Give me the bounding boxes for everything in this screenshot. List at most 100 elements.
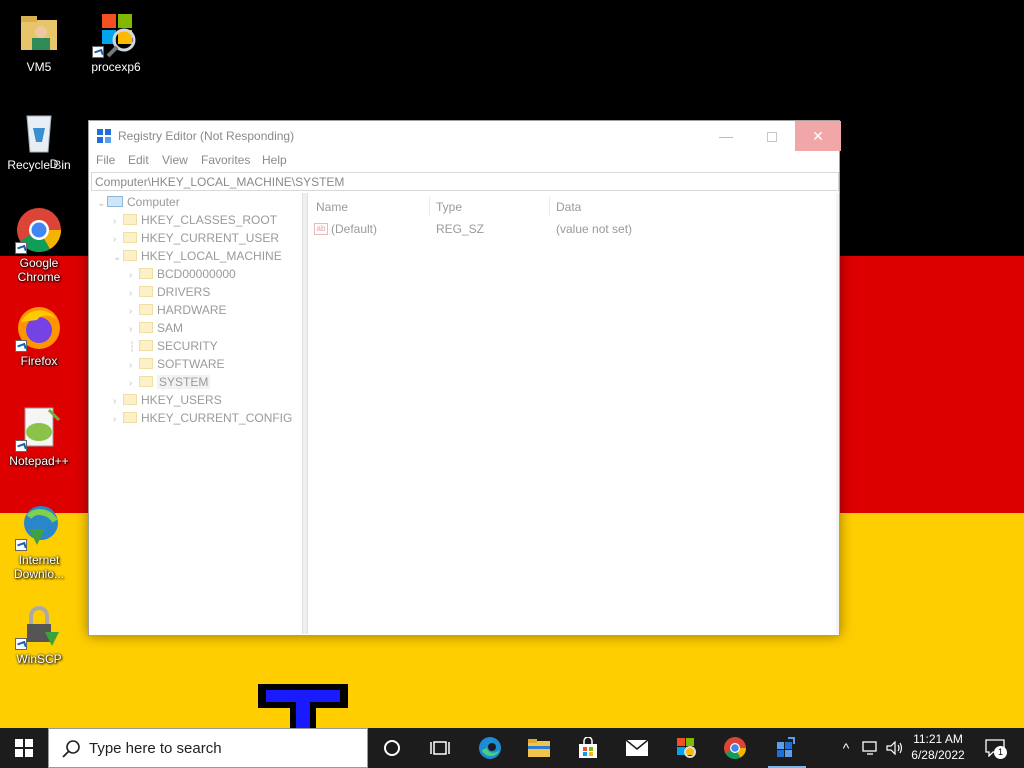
value-type-cell: REG_SZ — [436, 222, 485, 236]
taskbar-registry-editor[interactable] — [762, 728, 810, 768]
computer-icon — [107, 196, 123, 208]
column-header-name[interactable]: Name — [316, 200, 348, 214]
desktop-icon-google-chrome[interactable]: Google Chrome — [1, 206, 77, 284]
desktop-icon-label: Recycle Bin — [7, 158, 71, 172]
taskbar-mail[interactable] — [613, 728, 661, 768]
taskbar-store[interactable] — [564, 728, 612, 768]
menu-file[interactable]: File — [96, 153, 115, 167]
padlock-icon — [15, 602, 63, 650]
clock-time[interactable]: 11:21 AM — [908, 732, 968, 746]
maximize-icon — [767, 132, 777, 143]
tree-node-label: BCD00000000 — [157, 267, 236, 281]
column-divider[interactable] — [429, 197, 430, 215]
tree-node-hkey-local-machine[interactable]: ⌄ HKEY_LOCAL_MACHINE — [113, 247, 282, 265]
chrome-icon — [724, 737, 746, 759]
store-bag-icon — [579, 736, 597, 758]
tree-node-sam[interactable]: › SAM — [129, 319, 183, 337]
tree-node-hkey-current-user[interactable]: › HKEY_CURRENT_USER — [113, 229, 279, 247]
regedit-icon — [97, 129, 112, 144]
folder-icon — [123, 232, 137, 244]
title-bar[interactable]: Registry Editor (Not Responding) — ✕ — [89, 121, 841, 151]
tree-node-bcd00000000[interactable]: › BCD00000000 — [129, 265, 236, 283]
column-header-data[interactable]: Data — [556, 200, 581, 214]
column-header-type[interactable]: Type — [436, 200, 462, 214]
menu-favorites[interactable]: Favorites — [201, 153, 250, 167]
network-icon — [862, 741, 877, 755]
desktop-icon-label: Notepad++ — [9, 454, 69, 468]
notification-count-badge: 1 — [994, 746, 1007, 759]
clock-date[interactable]: 6/28/2022 — [908, 748, 968, 762]
mail-icon — [625, 739, 649, 756]
vertical-scrollbar[interactable] — [836, 193, 839, 634]
tree-node-computer[interactable]: ⌄ Computer — [97, 193, 180, 211]
tree-node-label: HKEY_LOCAL_MACHINE — [141, 249, 282, 263]
taskbar: Type here to search ^ 11:21 AM 6/28/2022… — [0, 728, 1024, 768]
desktop-icon-winscp[interactable]: WinSCP — [1, 602, 77, 666]
network-tray-button[interactable] — [860, 728, 882, 768]
address-bar[interactable]: Computer\HKEY_LOCAL_MACHINE\SYSTEM — [91, 172, 839, 191]
shortcut-arrow-icon — [15, 242, 27, 254]
chevron-down-icon: ⌄ — [113, 252, 122, 263]
shortcut-arrow-icon — [15, 638, 27, 650]
desktop-icon-label: Firefox — [20, 354, 58, 368]
folder-icon — [139, 304, 153, 316]
tree-node-label: SOFTWARE — [157, 357, 225, 371]
action-center-button[interactable]: 1 — [980, 728, 1010, 768]
chevron-right-icon: › — [113, 414, 117, 425]
desktop-icon-notepadpp[interactable]: Notepad++ — [1, 404, 77, 468]
taskbar-process-explorer[interactable] — [662, 728, 710, 768]
tree-node-hkey-classes-root[interactable]: › HKEY_CLASSES_ROOT — [113, 211, 277, 229]
menu-help[interactable]: Help — [262, 153, 287, 167]
chevron-up-icon: ^ — [842, 740, 850, 756]
tree-node-label: SYSTEM — [157, 375, 211, 389]
menu-edit[interactable]: Edit — [128, 153, 149, 167]
shortcut-arrow-icon — [92, 46, 104, 58]
search-icon — [62, 740, 80, 758]
show-hidden-icons-button[interactable]: ^ — [836, 728, 856, 768]
value-name: (Default) — [331, 222, 378, 236]
notepadpp-icon — [15, 404, 63, 452]
desktop-icon-internet-download-manager[interactable]: Internet Downlo... — [1, 503, 77, 581]
desktop-icon-procexp6[interactable]: procexp6 — [78, 10, 154, 74]
task-view-button[interactable] — [416, 728, 464, 768]
cortana-button[interactable] — [368, 728, 416, 768]
close-button[interactable]: ✕ — [795, 121, 841, 151]
tree-node-label: HARDWARE — [157, 303, 227, 317]
value-data-cell: (value not set) — [556, 222, 633, 236]
search-box[interactable]: Type here to search — [48, 728, 368, 768]
taskbar-file-explorer[interactable] — [515, 728, 563, 768]
tree-node-label: HKEY_CURRENT_USER — [141, 231, 280, 245]
pane-splitter[interactable] — [303, 193, 308, 634]
column-divider[interactable] — [549, 197, 550, 215]
maximize-button[interactable] — [749, 121, 795, 151]
process-explorer-icon — [677, 738, 696, 758]
tree-node-hkey-users[interactable]: › HKEY_USERS — [113, 391, 222, 409]
taskbar-chrome[interactable] — [711, 728, 759, 768]
desktop-icon-label: VM5 — [26, 60, 52, 74]
desktop-icon-vm5[interactable]: VM5 — [1, 10, 77, 74]
values-list-pane: Name Type Data ab (Default) REG_SZ (value… — [309, 193, 839, 634]
tree-node-security[interactable]: ┆ SECURITY — [129, 337, 218, 355]
folder-icon — [123, 394, 137, 406]
folder-icon — [139, 286, 153, 298]
tree-node-drivers[interactable]: › DRIVERS — [129, 283, 210, 301]
desktop-icon-firefox[interactable]: Firefox — [1, 304, 77, 368]
speaker-icon — [886, 740, 903, 756]
start-button[interactable] — [0, 728, 48, 768]
shortcut-arrow-icon — [15, 440, 27, 452]
taskbar-edge[interactable] — [466, 728, 514, 768]
menu-view[interactable]: View — [162, 153, 188, 167]
cortana-circle-icon — [384, 740, 400, 756]
tree-node-hkey-current-config[interactable]: › HKEY_CURRENT_CONFIG — [113, 409, 292, 427]
tree-node-label: HKEY_CLASSES_ROOT — [141, 213, 278, 227]
desktop-icon-recycle-bin[interactable]: Recycle Bin — [1, 108, 77, 172]
tree-node-system[interactable]: › SYSTEM — [129, 373, 211, 391]
tree-node-hardware[interactable]: › HARDWARE — [129, 301, 227, 319]
minimize-button[interactable]: — — [703, 121, 749, 151]
tree-node-software[interactable]: › SOFTWARE — [129, 355, 225, 373]
folder-icon — [139, 376, 153, 388]
string-value-icon: ab — [314, 222, 328, 235]
user-folder-icon — [15, 10, 63, 58]
volume-tray-button[interactable] — [884, 728, 906, 768]
menu-bar: File Edit View Favorites Help — [89, 151, 839, 171]
